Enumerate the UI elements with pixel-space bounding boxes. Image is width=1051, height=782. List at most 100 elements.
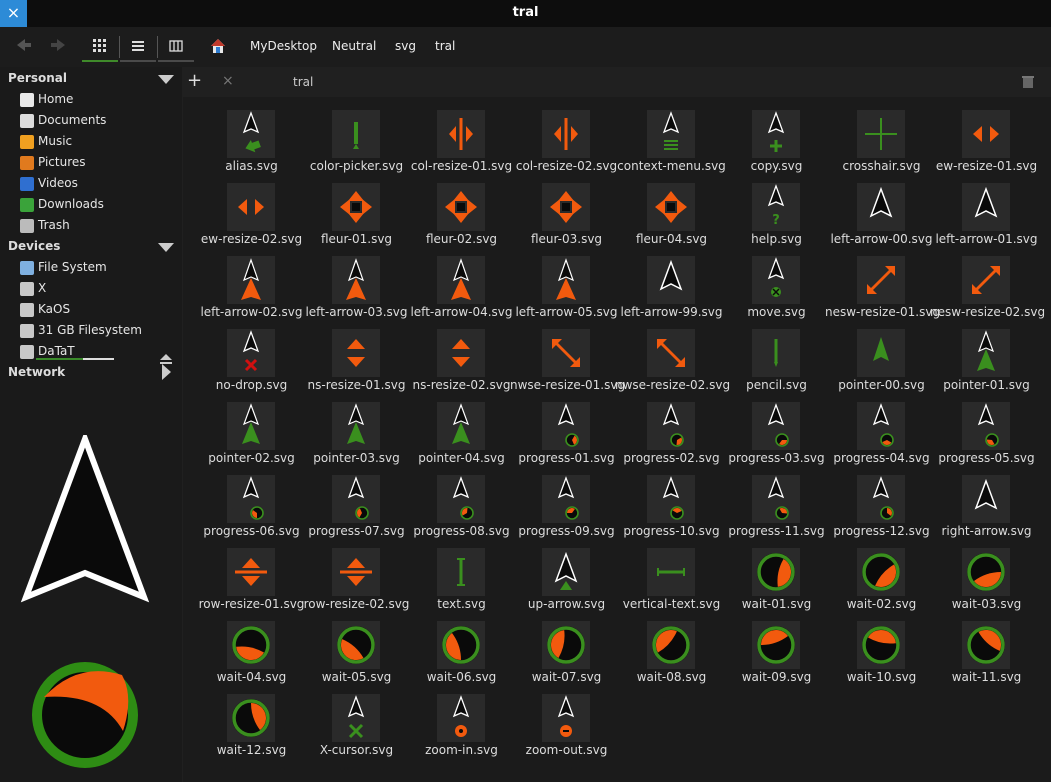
file-item[interactable]: pointer-00.svg: [825, 321, 930, 394]
collapse-devices-icon[interactable]: [158, 243, 174, 252]
file-item[interactable]: pencil.svg: [720, 321, 825, 394]
file-item[interactable]: fleur-02.svg: [405, 175, 510, 248]
file-item[interactable]: no-drop.svg: [195, 321, 300, 394]
file-item[interactable]: wait-02.svg: [825, 540, 930, 613]
file-item[interactable]: left-arrow-02.svg: [195, 248, 303, 321]
progress-02-icon: [647, 402, 695, 450]
tab-tral[interactable]: tral: [293, 75, 313, 89]
file-item[interactable]: X-cursor.svg: [300, 686, 405, 759]
file-item[interactable]: wait-03.svg: [930, 540, 1035, 613]
file-item[interactable]: wait-11.svg: [930, 613, 1035, 686]
file-item[interactable]: progress-12.svg: [825, 467, 930, 540]
sidebar-section-network[interactable]: Network: [8, 365, 65, 379]
file-item[interactable]: row-resize-01.svg: [195, 540, 304, 613]
file-item[interactable]: progress-01.svg: [510, 394, 615, 467]
home-crumb-icon[interactable]: [210, 38, 226, 54]
col-resize-02-icon: [542, 110, 590, 158]
file-item[interactable]: text.svg: [405, 540, 510, 613]
file-item[interactable]: left-arrow-01.svg: [930, 175, 1038, 248]
file-item[interactable]: wait-04.svg: [195, 613, 300, 686]
new-tab-button[interactable]: +: [187, 70, 202, 91]
file-item[interactable]: up-arrow.svg: [510, 540, 615, 613]
file-item[interactable]: pointer-03.svg: [300, 394, 405, 467]
list-view-icon[interactable]: [120, 32, 156, 62]
file-item[interactable]: wait-01.svg: [720, 540, 825, 613]
file-item[interactable]: fleur-03.svg: [510, 175, 615, 248]
file-item[interactable]: wait-06.svg: [405, 613, 510, 686]
file-item[interactable]: right-arrow.svg: [930, 467, 1035, 540]
file-item[interactable]: progress-08.svg: [405, 467, 510, 540]
file-item[interactable]: col-resize-02.svg: [510, 102, 617, 175]
file-item[interactable]: nesw-resize-01.svg: [825, 248, 940, 321]
column-view-icon[interactable]: [158, 32, 194, 62]
file-item[interactable]: wait-09.svg: [720, 613, 825, 686]
forward-arrow-icon[interactable]: [46, 35, 70, 59]
file-item[interactable]: left-arrow-05.svg: [510, 248, 618, 321]
file-item[interactable]: ? help.svg: [720, 175, 825, 248]
file-item[interactable]: wait-10.svg: [825, 613, 930, 686]
file-item[interactable]: wait-07.svg: [510, 613, 615, 686]
file-item[interactable]: fleur-04.svg: [615, 175, 720, 248]
file-item[interactable]: progress-03.svg: [720, 394, 825, 467]
file-item[interactable]: progress-11.svg: [720, 467, 825, 540]
file-item[interactable]: ew-resize-01.svg: [930, 102, 1037, 175]
breadcrumb-item[interactable]: MyDesktop: [250, 39, 317, 53]
file-item[interactable]: progress-05.svg: [930, 394, 1035, 467]
breadcrumb-item[interactable]: svg: [395, 39, 416, 53]
trash-can-icon[interactable]: [1021, 74, 1035, 88]
file-item[interactable]: fleur-01.svg: [300, 175, 405, 248]
file-name: ew-resize-01.svg: [935, 159, 1038, 173]
file-item[interactable]: left-arrow-04.svg: [405, 248, 513, 321]
breadcrumb-item[interactable]: tral: [435, 39, 455, 53]
file-name: wait-06.svg: [426, 670, 497, 684]
file-item[interactable]: pointer-02.svg: [195, 394, 300, 467]
file-item[interactable]: progress-02.svg: [615, 394, 720, 467]
file-item[interactable]: wait-08.svg: [615, 613, 720, 686]
back-arrow-icon[interactable]: [12, 35, 36, 59]
icon-view-icon[interactable]: [82, 32, 118, 62]
expand-network-icon[interactable]: [162, 364, 171, 380]
file-item[interactable]: left-arrow-99.svg: [615, 248, 723, 321]
file-item[interactable]: crosshair.svg: [825, 102, 930, 175]
file-item[interactable]: color-picker.svg: [300, 102, 405, 175]
file-item[interactable]: progress-10.svg: [615, 467, 720, 540]
file-item[interactable]: alias.svg: [195, 102, 300, 175]
file-name: vertical-text.svg: [622, 597, 721, 611]
sidebar: Personal Home Documents Music Pictures V…: [0, 67, 182, 782]
file-item[interactable]: wait-12.svg: [195, 686, 300, 759]
sidebar-section-devices[interactable]: Devices: [8, 239, 60, 253]
file-name: wait-09.svg: [741, 670, 812, 684]
collapse-personal-icon[interactable]: [158, 75, 174, 84]
file-item[interactable]: nwse-resize-02.svg: [615, 321, 730, 394]
file-item[interactable]: ns-resize-01.svg: [300, 321, 405, 394]
file-name: nesw-resize-01.svg: [825, 305, 941, 319]
file-item[interactable]: zoom-out.svg: [510, 686, 615, 759]
left-arrow-05-icon: [542, 256, 590, 304]
file-item[interactable]: wait-05.svg: [300, 613, 405, 686]
file-item[interactable]: left-arrow-00.svg: [825, 175, 933, 248]
file-item[interactable]: col-resize-01.svg: [405, 102, 512, 175]
file-item[interactable]: ns-resize-02.svg: [405, 321, 510, 394]
file-item[interactable]: context-menu.svg: [615, 102, 726, 175]
file-item[interactable]: progress-07.svg: [300, 467, 405, 540]
file-item[interactable]: nwse-resize-01.svg: [510, 321, 625, 394]
file-item[interactable]: row-resize-02.svg: [300, 540, 409, 613]
file-item[interactable]: ew-resize-02.svg: [195, 175, 302, 248]
sidebar-section-personal[interactable]: Personal: [8, 71, 67, 85]
fleur-03-icon: [542, 183, 590, 231]
file-item[interactable]: move.svg: [720, 248, 825, 321]
file-item[interactable]: progress-06.svg: [195, 467, 300, 540]
pointer-02-icon: [227, 402, 275, 450]
file-item[interactable]: vertical-text.svg: [615, 540, 720, 613]
file-item[interactable]: pointer-01.svg: [930, 321, 1035, 394]
close-tab-button[interactable]: ×: [222, 73, 234, 89]
file-item[interactable]: nesw-resize-02.svg: [930, 248, 1045, 321]
file-item[interactable]: left-arrow-03.svg: [300, 248, 408, 321]
eject-icon[interactable]: [160, 349, 172, 364]
file-item[interactable]: copy.svg: [720, 102, 825, 175]
file-item[interactable]: pointer-04.svg: [405, 394, 510, 467]
file-item[interactable]: progress-04.svg: [825, 394, 930, 467]
file-item[interactable]: progress-09.svg: [510, 467, 615, 540]
breadcrumb-item[interactable]: Neutral: [332, 39, 376, 53]
file-item[interactable]: zoom-in.svg: [405, 686, 510, 759]
